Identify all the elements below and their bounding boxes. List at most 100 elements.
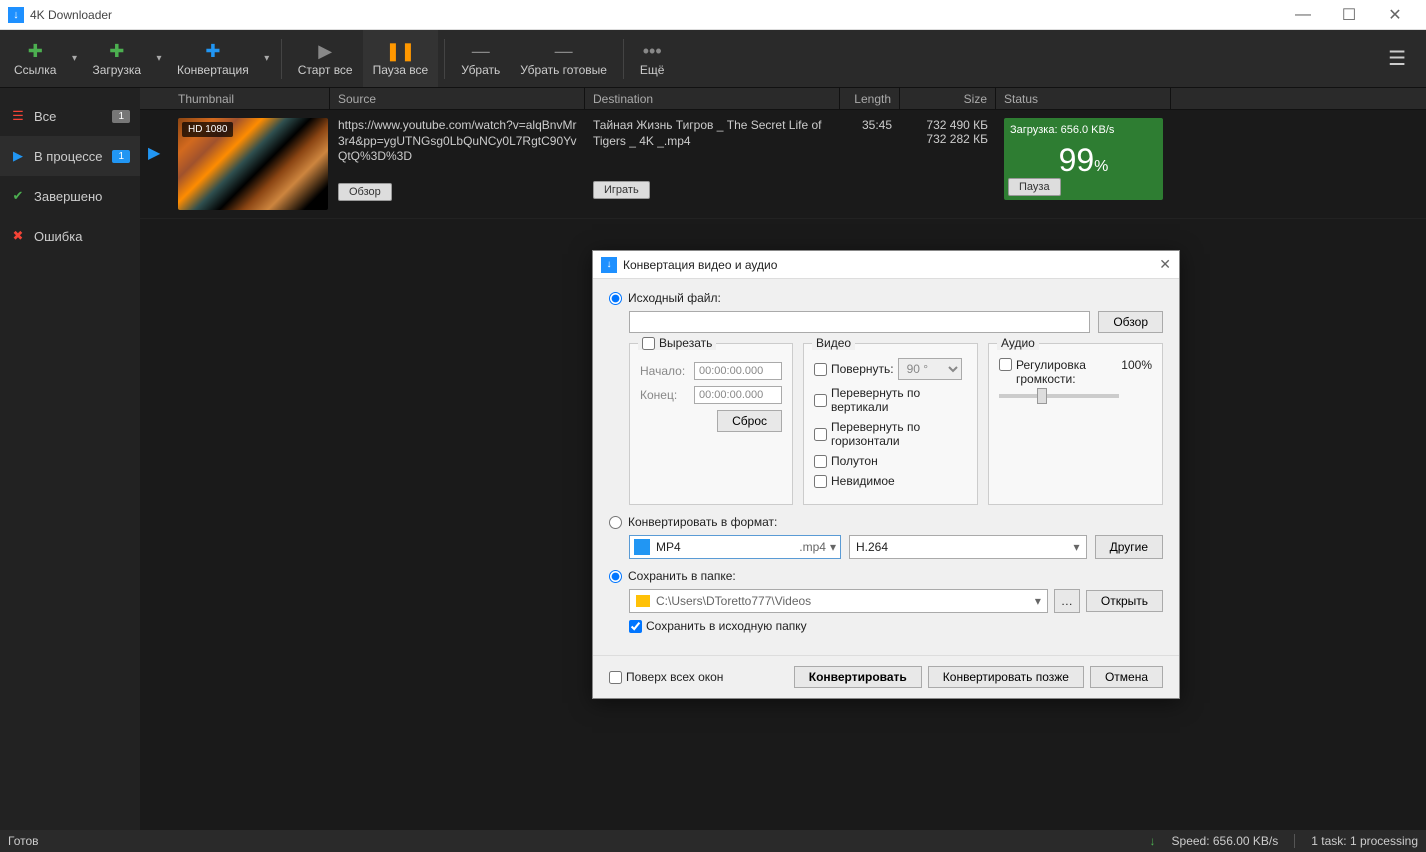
cell-size: 732 490 КБ 732 282 КБ xyxy=(900,114,996,214)
close-button[interactable]: ✕ xyxy=(1372,0,1418,30)
convert-format-radio[interactable] xyxy=(609,516,622,529)
download-button[interactable]: ✚ Загрузка xyxy=(82,30,151,87)
row-play-icon[interactable]: ▶ xyxy=(148,143,160,163)
cut-end-input[interactable] xyxy=(694,386,782,404)
browse-folder-button[interactable]: … xyxy=(1054,589,1080,613)
cut-start-label: Начало: xyxy=(640,364,688,378)
open-folder-button[interactable]: Открыть xyxy=(1086,590,1163,612)
check-icon: ✔ xyxy=(10,188,26,204)
status-speed-text: Загрузка: 656.0 KB/s xyxy=(1010,124,1157,136)
mp4-icon xyxy=(634,539,650,555)
source-file-input[interactable] xyxy=(629,311,1090,333)
flip-v-label: Перевернуть по вертикали xyxy=(831,386,967,414)
statusbar: Готов ↓ Speed: 656.00 KB/s 1 task: 1 pro… xyxy=(0,830,1426,852)
download-dropdown[interactable]: ▾ xyxy=(151,30,167,87)
invisible-checkbox[interactable] xyxy=(814,475,827,488)
flip-v-checkbox[interactable] xyxy=(814,394,827,407)
more-button[interactable]: ••• Ещё xyxy=(630,30,675,87)
cut-checkbox[interactable] xyxy=(642,337,655,350)
sidebar-item-done[interactable]: ✔ Завершено xyxy=(0,176,140,216)
link-button[interactable]: ✚ Ссылка xyxy=(4,30,66,87)
sidebar-error-label: Ошибка xyxy=(34,229,82,244)
remove-done-button[interactable]: — Убрать готовые xyxy=(510,30,617,87)
save-folder-input[interactable]: C:\Users\DToretto777\Videos ▾ xyxy=(629,589,1048,613)
separator xyxy=(1294,834,1295,848)
maximize-button[interactable]: ☐ xyxy=(1326,0,1372,30)
on-top-checkbox[interactable] xyxy=(609,671,622,684)
cut-start-input[interactable] xyxy=(694,362,782,380)
save-folder-path: C:\Users\DToretto777\Videos xyxy=(656,594,811,608)
download-label: Загрузка xyxy=(92,63,141,77)
hamburger-menu-button[interactable]: ☰ xyxy=(1372,46,1422,71)
plus-icon: ✚ xyxy=(28,41,43,63)
dialog-title: Конвертация видео и аудио xyxy=(623,258,777,272)
more-label: Ещё xyxy=(640,63,665,77)
dialog-close-button[interactable]: ✕ xyxy=(1159,256,1171,273)
pause-download-button[interactable]: Пауза xyxy=(1008,178,1061,196)
volume-checkbox[interactable] xyxy=(999,358,1012,371)
convert-now-button[interactable]: Конвертировать xyxy=(794,666,922,688)
volume-slider-thumb[interactable] xyxy=(1037,388,1047,404)
col-length[interactable]: Length xyxy=(840,88,900,109)
convert-later-button[interactable]: Конвертировать позже xyxy=(928,666,1084,688)
cut-reset-button[interactable]: Сброс xyxy=(717,410,782,432)
error-icon: ✖ xyxy=(10,228,26,244)
convert-button[interactable]: ✚ Конвертация xyxy=(167,30,259,87)
codec-name: H.264 xyxy=(856,540,888,554)
col-size[interactable]: Size xyxy=(900,88,996,109)
sidebar-item-inprogress[interactable]: ▶ В процессе 1 xyxy=(0,136,140,176)
pause-all-button[interactable]: ❚❚ Пауза все xyxy=(363,30,439,87)
dialog-titlebar: ↓ Конвертация видео и аудио ✕ xyxy=(593,251,1179,279)
download-arrow-icon: ↓ xyxy=(1150,834,1156,848)
convert-dropdown[interactable]: ▾ xyxy=(259,30,275,87)
format-container-select[interactable]: MP4 .mp4 ▾ xyxy=(629,535,841,559)
save-folder-radio[interactable] xyxy=(609,570,622,583)
invisible-label: Невидимое xyxy=(831,474,895,488)
source-file-radio[interactable] xyxy=(609,292,622,305)
rotate-checkbox[interactable] xyxy=(814,363,827,376)
rotate-select[interactable]: 90 ° xyxy=(898,358,962,380)
format-extension: .mp4 xyxy=(799,540,826,554)
folder-icon xyxy=(636,595,650,607)
table-header: Thumbnail Source Destination Length Size… xyxy=(140,88,1426,110)
start-all-button[interactable]: ▶ Старт все xyxy=(288,30,363,87)
minimize-button[interactable]: — xyxy=(1280,0,1326,30)
browse-source-button[interactable]: Обзор xyxy=(338,183,392,201)
table-row[interactable]: HD 1080 https://www.youtube.com/watch?v=… xyxy=(140,110,1426,219)
convert-format-label: Конвертировать в формат: xyxy=(628,515,777,529)
halftone-checkbox[interactable] xyxy=(814,455,827,468)
browse-source-button[interactable]: Обзор xyxy=(1098,311,1163,333)
col-status[interactable]: Status xyxy=(996,88,1171,109)
sidebar-done-label: Завершено xyxy=(34,189,102,204)
link-label: Ссылка xyxy=(14,63,56,77)
volume-slider[interactable] xyxy=(999,394,1119,398)
flip-h-checkbox[interactable] xyxy=(814,428,827,441)
cancel-button[interactable]: Отмена xyxy=(1090,666,1163,688)
sidebar-item-error[interactable]: ✖ Ошибка xyxy=(0,216,140,256)
titlebar: ↓ 4K Downloader — ☐ ✕ xyxy=(0,0,1426,30)
convert-dialog: ↓ Конвертация видео и аудио ✕ Исходный ф… xyxy=(592,250,1180,699)
other-formats-button[interactable]: Другие xyxy=(1095,535,1163,559)
plus-icon: ✚ xyxy=(109,41,124,63)
sidebar-item-all[interactable]: ☰ Все 1 xyxy=(0,96,140,136)
start-all-label: Старт все xyxy=(298,63,353,77)
play-icon: ▶ xyxy=(318,41,332,63)
cell-source: https://www.youtube.com/watch?v=alqBnvMr… xyxy=(330,114,585,214)
cell-status: Загрузка: 656.0 KB/s 99% Пауза xyxy=(996,114,1171,214)
app-title: 4K Downloader xyxy=(30,8,112,22)
play-file-button[interactable]: Играть xyxy=(593,181,650,199)
destination-filename: Тайная Жизнь Тигров _ The Secret Life of… xyxy=(593,118,832,149)
remove-label: Убрать xyxy=(461,63,500,77)
save-source-folder-checkbox[interactable] xyxy=(629,620,642,633)
video-panel-title: Видео xyxy=(812,336,855,350)
remove-button[interactable]: — Убрать xyxy=(451,30,510,87)
col-thumbnail[interactable]: Thumbnail xyxy=(170,88,330,109)
remove-done-label: Убрать готовые xyxy=(520,63,607,77)
col-source[interactable]: Source xyxy=(330,88,585,109)
format-container-name: MP4 xyxy=(656,540,681,554)
app-icon: ↓ xyxy=(8,7,24,23)
col-destination[interactable]: Destination xyxy=(585,88,840,109)
link-dropdown[interactable]: ▾ xyxy=(66,30,82,87)
sidebar-all-label: Все xyxy=(34,109,56,124)
codec-select[interactable]: H.264 ▾ xyxy=(849,535,1087,559)
